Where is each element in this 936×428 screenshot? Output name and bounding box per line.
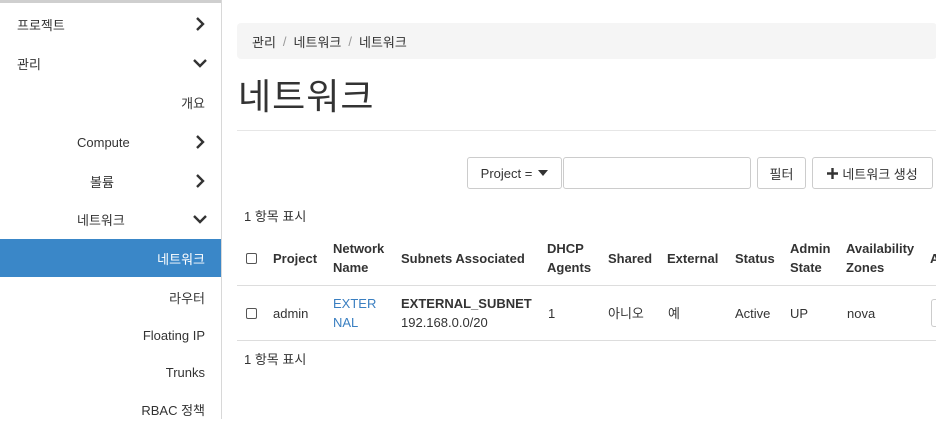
breadcrumb-separator: / [348, 33, 353, 49]
network-name-link-cont[interactable]: NAL [333, 314, 358, 331]
filter-button-label: 필터 [769, 166, 794, 182]
sidebar-item-networks[interactable]: 네트워크 [0, 239, 221, 277]
sidebar-item-admin[interactable]: 관리 [0, 44, 221, 82]
select-all-checkbox[interactable] [246, 253, 257, 264]
sidebar-item-label: Compute [77, 134, 130, 150]
sidebar-item-label: 네트워크 [77, 212, 125, 228]
cell-shared: 아니오 [608, 306, 644, 321]
cell-status: Active [735, 306, 771, 321]
breadcrumb-item[interactable]: 네트워크 [294, 32, 342, 51]
chevron-right-icon [196, 135, 205, 149]
sidebar-item-trunks[interactable]: Trunks [0, 353, 221, 391]
chevron-right-icon [196, 174, 205, 188]
sidebar-top-border [0, 0, 221, 3]
sidebar-item-volume[interactable]: 볼륨 [0, 162, 221, 200]
sidebar-item-network-group[interactable]: 네트워크 [0, 200, 221, 238]
breadcrumb-item[interactable]: 관리 [252, 32, 276, 51]
search-input[interactable] [563, 157, 751, 189]
sidebar-item-label: RBAC 정책 [141, 402, 205, 418]
chevron-down-icon [193, 215, 207, 224]
cell-subnet-name: EXTERNAL_SUBNET [401, 296, 532, 311]
cell-dhcp-agents: 1 [548, 306, 556, 321]
item-count-top: 1 항목 표시 [244, 209, 307, 224]
sidebar-item-overview[interactable]: 개요 [0, 83, 221, 121]
caret-down-icon [538, 170, 549, 176]
col-az-2[interactable]: Zones [846, 258, 884, 277]
breadcrumb-separator: / [282, 33, 287, 49]
cell-subnet-cidr: 192.168.0.0/20 [401, 315, 488, 330]
cell-az: nova [847, 306, 876, 321]
table-header: Project Network Name Subnets Associated … [237, 233, 936, 287]
sidebar-item-compute[interactable]: Compute [0, 123, 221, 161]
filter-field-dropdown[interactable]: Project = [467, 157, 562, 189]
sidebar-item-floating-ip[interactable]: Floating IP [0, 316, 221, 354]
sidebar-item-label: 개요 [181, 95, 205, 111]
breadcrumb-item-current: 네트워크 [359, 34, 407, 50]
cell-external: 예 [668, 306, 680, 321]
chevron-right-icon [196, 17, 205, 31]
create-network-button[interactable]: 네트워크 생성 [812, 157, 933, 189]
create-network-label: 네트워크 생성 [842, 166, 918, 182]
col-external[interactable]: External [667, 249, 718, 268]
row-checkbox[interactable] [246, 308, 257, 319]
main-content: 관리 / 네트워크 / 네트워크 네트워크 Project = 필터 네트워크 … [222, 0, 936, 419]
col-network-name-2[interactable]: Name [333, 258, 368, 277]
sidebar-item-label: Floating IP [142, 327, 205, 343]
col-network-name-1[interactable]: Network [333, 239, 384, 258]
sidebar-item-label: Trunks [165, 364, 205, 380]
sidebar-item-label: 관리 [17, 56, 41, 72]
col-subnets[interactable]: Subnets Associated [401, 249, 525, 268]
col-status[interactable]: Status [735, 249, 775, 268]
col-admin-state-1[interactable]: Admin [790, 239, 830, 258]
col-project[interactable]: Project [273, 249, 317, 268]
col-admin-state-2[interactable]: State [790, 258, 822, 277]
cell-admin-state: UP [790, 306, 809, 321]
col-dhcp-1[interactable]: DHCP [547, 239, 584, 258]
sidebar-item-project[interactable]: 프로젝트 [0, 5, 221, 43]
item-count-bottom: 1 항목 표시 [244, 352, 307, 367]
col-actions: A [930, 251, 936, 266]
sidebar-item-routers[interactable]: 라우터 [0, 278, 221, 316]
breadcrumb: 관리 / 네트워크 / 네트워크 [237, 23, 936, 59]
row-actions-button[interactable] [931, 299, 936, 327]
sidebar: 프로젝트 관리 개요 Compute 볼륨 네트워크 네트워크 라우터 Floa… [0, 0, 222, 419]
col-dhcp-2[interactable]: Agents [547, 258, 591, 277]
sidebar-item-label: 네트워크 [157, 251, 205, 267]
sidebar-item-label: 볼륨 [90, 174, 114, 190]
filter-field-label: Project = [480, 165, 533, 181]
divider [237, 130, 936, 131]
page-title: 네트워크 [238, 76, 375, 117]
col-az-1[interactable]: Availability [846, 239, 914, 258]
plus-icon [827, 167, 839, 179]
sidebar-item-label: 라우터 [169, 290, 205, 306]
col-shared[interactable]: Shared [608, 249, 652, 268]
chevron-down-icon [193, 59, 207, 68]
network-name-link[interactable]: EXTER [333, 295, 376, 312]
sidebar-item-rbac[interactable]: RBAC 정책 [0, 390, 221, 428]
filter-button[interactable]: 필터 [757, 157, 806, 189]
table-row: admin EXTER NAL EXTERNAL_SUBNET 192.168.… [237, 286, 936, 341]
cell-project: admin [273, 306, 309, 321]
sidebar-item-label: 프로젝트 [17, 17, 65, 33]
